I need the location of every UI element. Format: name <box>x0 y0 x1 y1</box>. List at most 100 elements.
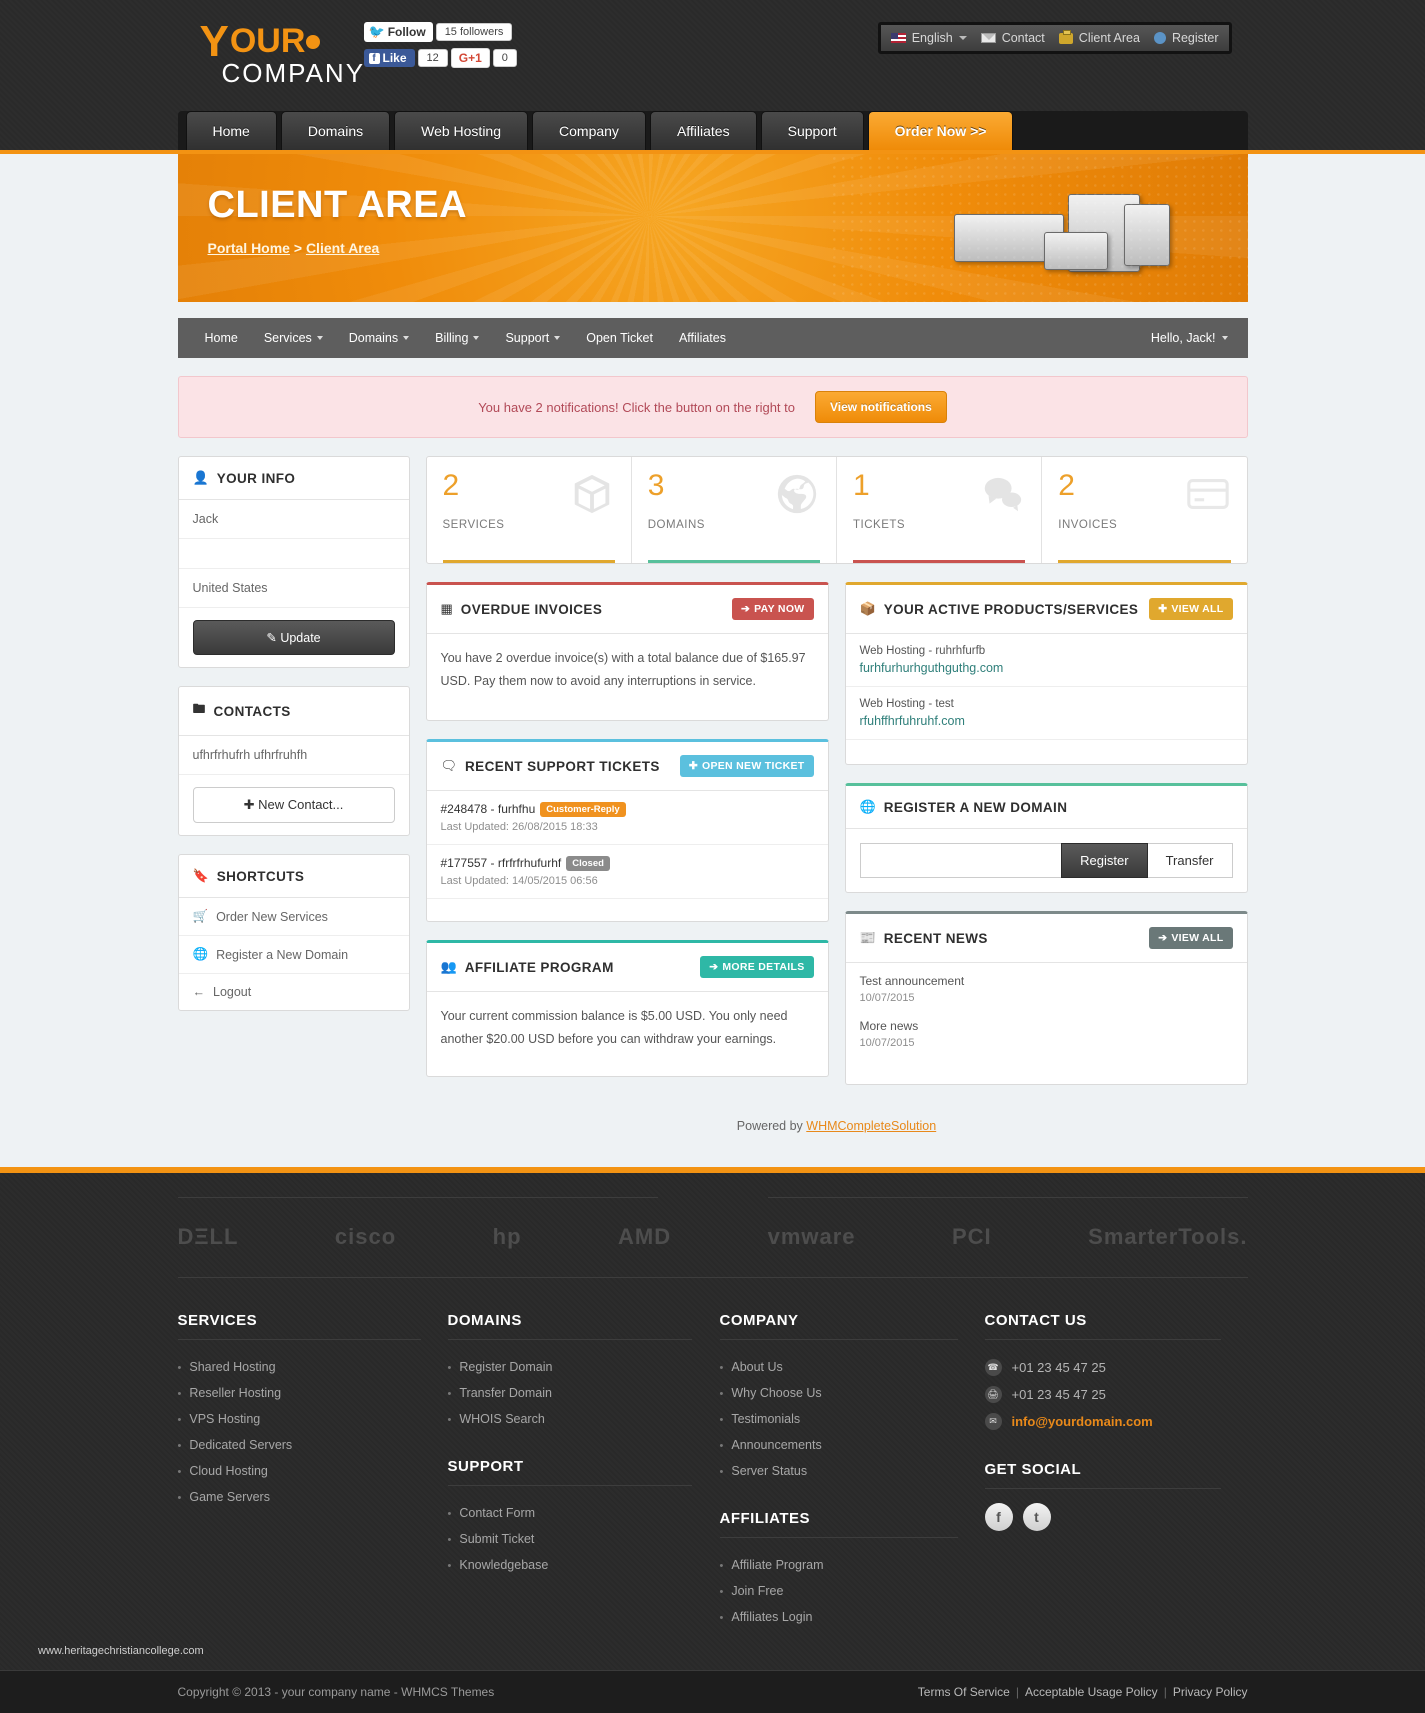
facebook-like-count[interactable]: 12 <box>417 49 448 67</box>
client-nav-domains[interactable]: Domains <box>336 318 422 358</box>
footer-link-submit-ticket[interactable]: • Submit Ticket <box>448 1526 720 1552</box>
product-domain-link[interactable]: rfuhffhrfuhruhf.com <box>860 714 1233 728</box>
contacts-header: 🖿 CONTACTS <box>178 687 409 736</box>
footer-link-reseller-hosting[interactable]: • Reseller Hosting <box>178 1380 448 1406</box>
terms-of-service-link[interactable]: Terms Of Service <box>918 1685 1010 1699</box>
ticket-row[interactable]: #177557 - rfrfrfrhufurhf Closed Last Upda… <box>426 845 828 899</box>
footer-link-dedicated-servers[interactable]: • Dedicated Servers <box>178 1432 448 1458</box>
footer-link-affiliate-program[interactable]: • Affiliate Program <box>720 1552 985 1578</box>
client-nav-billing[interactable]: Billing <box>422 318 492 358</box>
gplus-button[interactable]: G+1 <box>450 48 490 68</box>
footer-link-whois-search[interactable]: • WHOIS Search <box>448 1406 720 1432</box>
bullet-icon: • <box>177 1362 182 1374</box>
products-view-all-button[interactable]: ✚ VIEW ALL <box>1149 598 1233 620</box>
footer-link-knowledgebase[interactable]: • Knowledgebase <box>448 1552 720 1578</box>
footer-link-join-free[interactable]: • Join Free <box>720 1578 985 1604</box>
ticket-updated: Last Updated: 26/08/2015 18:33 <box>440 821 598 833</box>
stat-card-invoices[interactable]: 2 INVOICES <box>1042 457 1246 563</box>
brand-vmware: vmware <box>767 1224 856 1249</box>
footer-link-why-choose-us[interactable]: • Why Choose Us <box>720 1380 985 1406</box>
site-logo[interactable]: YOUR COMPANY <box>200 20 366 87</box>
pay-now-button[interactable]: ➔ PAY NOW <box>732 598 814 620</box>
client-nav-home[interactable]: Home <box>192 318 251 358</box>
news-header: 📰 RECENT NEWS ➔ VIEW ALL <box>845 914 1247 963</box>
utility-contact-link[interactable]: Contact <box>980 31 1045 45</box>
footer-link-cloud-hosting[interactable]: • Cloud Hosting <box>178 1458 448 1484</box>
twitter-follower-count[interactable]: 15 followers <box>435 23 513 41</box>
register-label: Register <box>1171 31 1219 45</box>
stat-card-domains[interactable]: 3 DOMAINS <box>632 457 837 563</box>
news-view-all-button[interactable]: ➔ VIEW ALL <box>1149 927 1233 949</box>
facebook-icon[interactable]: f <box>984 1503 1013 1531</box>
box-icon <box>569 471 615 520</box>
whmcs-link[interactable]: WHMCompleteSolution <box>806 1119 936 1133</box>
footer-link-label: Knowledgebase <box>459 1558 549 1572</box>
footer-link-vps-hosting[interactable]: • VPS Hosting <box>178 1406 448 1432</box>
utility-register-link[interactable]: Register <box>1153 31 1219 45</box>
bullet-icon: • <box>719 1362 724 1374</box>
client-nav-support[interactable]: Support <box>492 318 573 358</box>
news-row[interactable]: More news 10/07/2015 <box>846 1015 1247 1060</box>
ticket-status-badge: Customer-Reply <box>540 802 626 817</box>
more-details-button[interactable]: ➔ MORE DETAILS <box>700 956 814 978</box>
breadcrumb-client-area[interactable]: Client Area <box>306 240 379 256</box>
twitter-icon[interactable]: t <box>1022 1503 1051 1531</box>
nav-tab-company[interactable]: Company <box>532 111 646 150</box>
client-nav-open-ticket[interactable]: Open Ticket <box>573 318 666 358</box>
new-contact-button[interactable]: ✚ New Contact... <box>192 787 395 823</box>
domain-register-button[interactable]: Register <box>1061 843 1148 878</box>
shortcut-register-domain[interactable]: 🌐 Register a New Domain <box>178 936 409 974</box>
shortcut-order-new-services[interactable]: 🛒 Order New Services <box>178 898 409 936</box>
powered-prefix: Powered by <box>736 1119 807 1133</box>
your-info-spacer <box>178 539 409 569</box>
client-nav-affiliates[interactable]: Affiliates <box>666 318 739 358</box>
footer-link-contact-form[interactable]: • Contact Form <box>448 1500 720 1526</box>
nav-tab-home[interactable]: Home <box>185 111 277 150</box>
contact-email-link[interactable]: info@yourdomain.com <box>1012 1414 1153 1429</box>
acceptable-usage-link[interactable]: Acceptable Usage Policy <box>1025 1685 1158 1699</box>
update-button[interactable]: ✎ Update <box>192 620 395 655</box>
utility-client-area-link[interactable]: Client Area <box>1058 29 1140 45</box>
stat-domains-accent <box>647 560 820 563</box>
facebook-like-button[interactable]: f Like <box>363 49 415 67</box>
ticket-row[interactable]: #248478 - furhfhu Customer-Reply Last Upd… <box>426 791 828 845</box>
footer-link-announcements[interactable]: • Announcements <box>720 1432 985 1458</box>
nav-tab-affiliates[interactable]: Affiliates <box>649 111 757 150</box>
chevron-down-icon <box>1221 336 1228 340</box>
domain-search-input[interactable] <box>859 843 1062 878</box>
stat-card-services[interactable]: 2 SERVICES <box>427 457 632 563</box>
chevron-down-icon <box>554 336 561 340</box>
footer-link-affiliates-login[interactable]: • Affiliates Login <box>720 1604 985 1630</box>
privacy-policy-link[interactable]: Privacy Policy <box>1173 1685 1248 1699</box>
shortcut-logout[interactable]: ← Logout <box>179 974 409 1010</box>
product-row[interactable]: Web Hosting - ruhrhfurfb furhfurhurhguth… <box>845 634 1247 687</box>
product-domain-link[interactable]: furhfurhurhguthguthg.com <box>860 661 1233 675</box>
nav-tab-domains[interactable]: Domains <box>280 111 391 150</box>
footer-link-game-servers[interactable]: • Game Servers <box>178 1484 448 1510</box>
footer-link-register-domain[interactable]: • Register Domain <box>448 1354 720 1380</box>
footer-link-transfer-domain[interactable]: • Transfer Domain <box>448 1380 720 1406</box>
client-nav-services[interactable]: Services <box>251 318 336 358</box>
nav-tab-order-now[interactable]: Order Now >> <box>867 111 1014 150</box>
twitter-follow-button[interactable]: 🐦 Follow <box>363 22 433 42</box>
footer-link-shared-hosting[interactable]: • Shared Hosting <box>178 1354 448 1380</box>
affiliate-text: Your current commission balance is $5.00… <box>440 1009 788 1046</box>
footer-link-server-status[interactable]: • Server Status <box>720 1458 985 1484</box>
breadcrumb-portal-home[interactable]: Portal Home <box>208 240 290 256</box>
gplus-count[interactable]: 0 <box>492 49 517 67</box>
footer-link-label: Submit Ticket <box>459 1532 535 1546</box>
domain-transfer-button[interactable]: Transfer <box>1147 843 1233 878</box>
footer-heading-get-social: GET SOCIAL <box>984 1461 1222 1489</box>
user-greeting-menu[interactable]: Hello, Jack! <box>1151 331 1234 345</box>
footer-link-about-us[interactable]: • About Us <box>720 1354 985 1380</box>
stat-card-tickets[interactable]: 1 TICKETS <box>837 457 1043 563</box>
language-selector[interactable]: English <box>890 31 967 45</box>
news-row[interactable]: Test announcement 10/07/2015 <box>846 963 1247 1015</box>
open-new-ticket-button[interactable]: ✚ OPEN NEW TICKET <box>679 755 814 777</box>
footer-heading-support: SUPPORT <box>447 1458 693 1486</box>
product-row[interactable]: Web Hosting - test rfuhffhrfuhruhf.com <box>845 687 1247 740</box>
nav-tab-support[interactable]: Support <box>760 111 864 150</box>
view-notifications-button[interactable]: View notifications <box>814 391 947 423</box>
nav-tab-web-hosting[interactable]: Web Hosting <box>394 111 529 150</box>
footer-link-testimonials[interactable]: • Testimonials <box>720 1406 985 1432</box>
